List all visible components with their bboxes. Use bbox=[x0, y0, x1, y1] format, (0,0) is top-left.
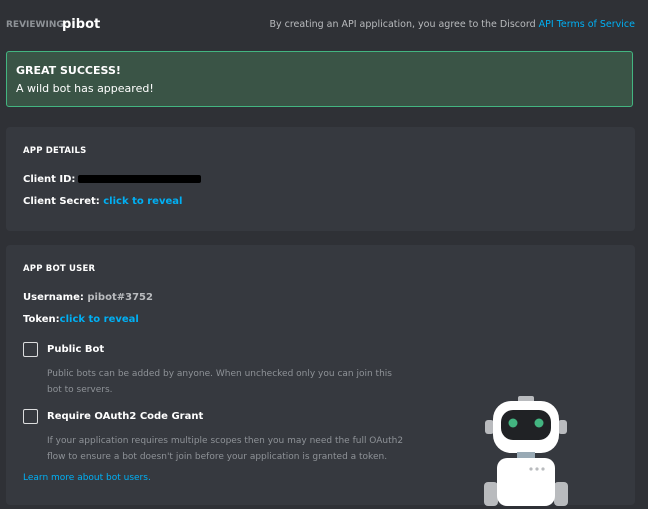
client-id-row: Client ID: bbox=[23, 174, 202, 185]
success-banner: GREAT SUCCESS! A wild bot has appeared! bbox=[6, 51, 633, 107]
terms-text: By creating an API application, you agre… bbox=[269, 19, 536, 30]
success-title: GREAT SUCCESS! bbox=[16, 64, 121, 77]
username-value: pibot#3752 bbox=[87, 292, 153, 303]
token-label: Token: bbox=[23, 314, 60, 325]
app-details-card: APP DETAILS Client ID: Client Secret: cl… bbox=[6, 127, 635, 231]
token-row: Token:click to reveal bbox=[23, 314, 139, 325]
page-header: REVIEWING: pibot By creating an API appl… bbox=[6, 17, 636, 36]
success-message: A wild bot has appeared! bbox=[16, 82, 154, 95]
app-name: pibot bbox=[62, 17, 101, 32]
learn-more-link[interactable]: Learn more about bot users. bbox=[23, 473, 151, 483]
terms-of-service-link[interactable]: API Terms of Service bbox=[539, 19, 635, 30]
require-oauth2-description-line2: flow to ensure a bot doesn't join before… bbox=[47, 452, 388, 462]
username-row: Username: pibot#3752 bbox=[23, 292, 153, 303]
app-details-title: APP DETAILS bbox=[23, 146, 87, 156]
token-reveal-link[interactable]: click to reveal bbox=[60, 314, 139, 325]
public-bot-description-line1: Public bots can be added by anyone. When… bbox=[47, 369, 392, 379]
public-bot-description: Public bots can be added by anyone. When… bbox=[47, 366, 407, 398]
public-bot-description-line2: bot to servers. bbox=[47, 385, 113, 395]
require-oauth2-description: If your application requires multiple sc… bbox=[47, 433, 407, 465]
require-oauth2-description-line1: If your application requires multiple sc… bbox=[47, 436, 404, 446]
robot-illustration-icon bbox=[484, 396, 568, 506]
client-id-redacted bbox=[78, 175, 202, 183]
terms-notice: By creating an API application, you agre… bbox=[269, 19, 635, 30]
public-bot-checkbox[interactable] bbox=[23, 342, 38, 357]
app-bot-user-title: APP BOT USER bbox=[23, 264, 96, 274]
require-oauth2-checkbox[interactable] bbox=[23, 409, 38, 424]
username-label: Username: bbox=[23, 292, 84, 303]
public-bot-label: Public Bot bbox=[47, 344, 105, 355]
client-secret-row: Client Secret: click to reveal bbox=[23, 196, 182, 207]
client-secret-reveal-link[interactable]: click to reveal bbox=[103, 196, 182, 207]
reviewing-label: REVIEWING: bbox=[6, 20, 68, 30]
client-id-label: Client ID: bbox=[23, 174, 76, 185]
client-secret-label: Client Secret: bbox=[23, 196, 100, 207]
require-oauth2-label: Require OAuth2 Code Grant bbox=[47, 411, 204, 422]
